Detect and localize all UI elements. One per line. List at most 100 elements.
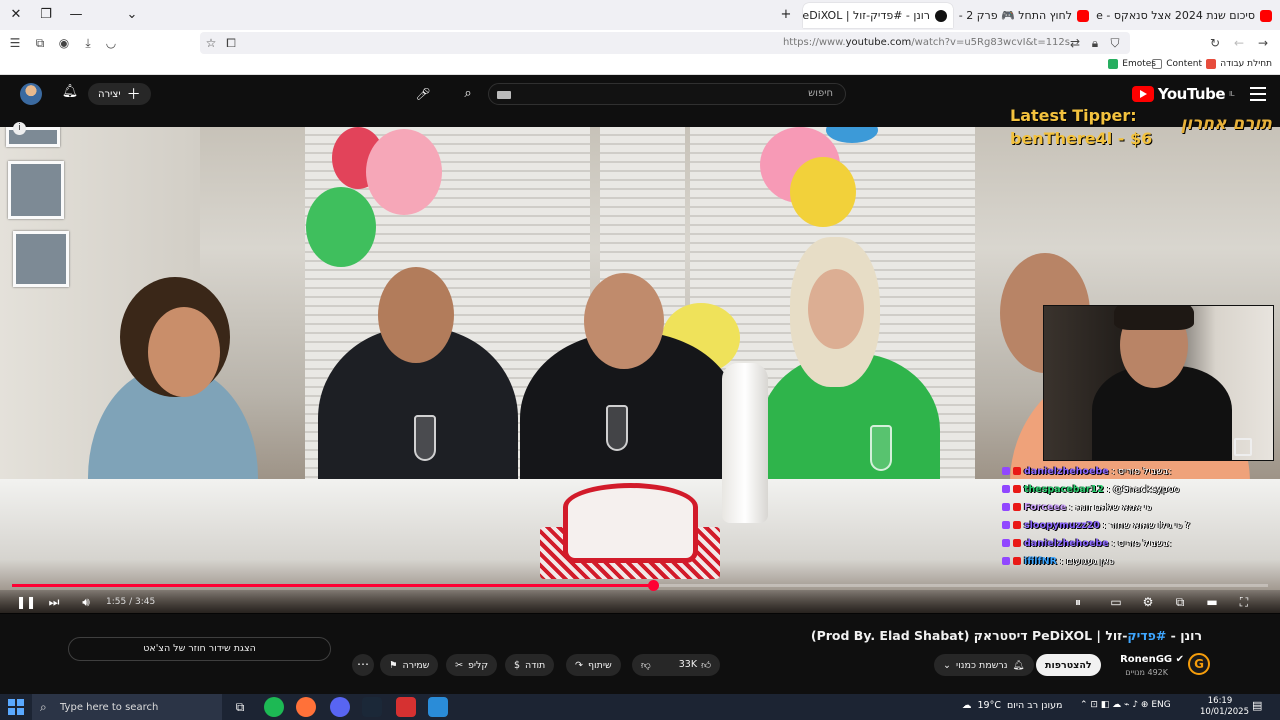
join-button[interactable]: להצטרפות xyxy=(1036,654,1101,676)
shield-icon[interactable]: ⛉ xyxy=(1106,34,1124,52)
chat-badge-icon xyxy=(1002,521,1010,529)
autoplay-toggle-icon[interactable]: ⏸︎ xyxy=(1070,594,1086,610)
minimize-window-icon[interactable]: — xyxy=(66,5,86,25)
pause-icon[interactable]: ❚❚ xyxy=(16,594,36,610)
search-icon: ⌕ xyxy=(40,700,47,714)
back-icon[interactable]: → xyxy=(1254,34,1272,52)
chat-username: thespacebar12 xyxy=(1024,483,1104,495)
search-icon[interactable]: ⌕ xyxy=(452,83,484,105)
chat-badge-icon xyxy=(1013,503,1021,511)
discord-icon[interactable] xyxy=(330,697,350,717)
tab-snacks-summary[interactable]: סיכום שנת 2024 אצל סנאקס - e xyxy=(1090,3,1278,28)
more-options-icon[interactable]: ⋯ xyxy=(352,654,374,676)
microphone-icon[interactable]: 🎤︎ xyxy=(412,83,434,105)
chat-text: בשביל פוריס: xyxy=(1117,537,1172,549)
app-icon[interactable] xyxy=(396,697,416,717)
thanks-button[interactable]: $ תודה xyxy=(505,654,555,676)
notifications-bell-icon[interactable]: 🔔︎ xyxy=(60,84,80,104)
hashtag-link[interactable]: #פדיק xyxy=(1127,628,1166,643)
chat-badge-icon xyxy=(1002,485,1010,493)
new-tab-button[interactable]: + xyxy=(776,5,796,25)
tab-list-chevron-icon[interactable]: ⌄ xyxy=(122,5,142,25)
tray-icons: ⊡ ◧ ☁ ⌁ ♪ ⊕ xyxy=(1090,700,1152,710)
lock-icon[interactable]: 🔒︎ xyxy=(1086,34,1104,52)
taskbar-clock[interactable]: 16:19 10/01/2025 xyxy=(1200,696,1249,718)
save-button[interactable]: ⚑ שמירה xyxy=(380,654,439,676)
region-code: IL xyxy=(1229,90,1234,98)
next-icon[interactable]: ⏭︎ xyxy=(46,594,62,610)
menu-icon[interactable]: ☰ xyxy=(6,34,24,52)
picture-in-picture-icon[interactable]: ⧠ xyxy=(222,34,240,52)
app-icon[interactable] xyxy=(428,697,448,717)
volume-icon[interactable]: 🔊︎ xyxy=(78,594,94,610)
steam-icon[interactable] xyxy=(362,697,382,717)
chat-text: כי גילו שהוא שחור ? xyxy=(1109,519,1191,531)
bookmark-start-work[interactable]: תחילת עבודה xyxy=(1206,59,1272,69)
bookmark-favicon-icon xyxy=(1206,59,1217,69)
progress-bar[interactable] xyxy=(12,580,1268,591)
video-info: רונן - #פדיק-זול | PeDiXOL דיסטראק (Prod… xyxy=(0,614,1280,694)
fullscreen-icon[interactable]: ⛶ xyxy=(1236,594,1252,610)
taskbar-search-input[interactable]: ⌕ Type here to search xyxy=(32,694,222,720)
create-button[interactable]: יצירה ＋ xyxy=(88,83,151,105)
share-button[interactable]: ↷ שיתוף xyxy=(566,654,621,676)
firefox-icon[interactable] xyxy=(296,697,316,717)
chat-separator: : xyxy=(1069,501,1073,513)
miniplayer-button-icon[interactable]: ⧉ xyxy=(1172,594,1188,610)
channel-name[interactable]: ✔︎ RonenGG xyxy=(1120,654,1184,665)
close-window-icon[interactable]: ✕ xyxy=(6,5,26,25)
start-windows-icon[interactable] xyxy=(8,699,24,715)
chevron-up-icon: ⌃ xyxy=(1080,700,1091,710)
forward-icon[interactable]: ← xyxy=(1230,34,1248,52)
time-display: 1:55 / 3:45 xyxy=(106,597,156,607)
downloads-icon[interactable]: ⤓ xyxy=(79,34,97,52)
bookmark-label: Content xyxy=(1166,59,1202,69)
subscribed-button[interactable]: ⌄ נרשמת כמנוי 🔔︎ xyxy=(934,654,1034,676)
latest-tipper-title: Latest Tipper: xyxy=(1010,106,1137,125)
permissions-icon[interactable]: ⇄ xyxy=(1066,34,1084,52)
like-button[interactable]: 33K 👍︎ xyxy=(679,659,711,671)
chat-badge-icon xyxy=(1002,539,1010,547)
chat-badge-icon xyxy=(1013,521,1021,529)
bookmark-content-folder[interactable]: Content xyxy=(1152,59,1202,69)
search-input[interactable]: חיפוש xyxy=(488,83,846,105)
progress-scrubber[interactable] xyxy=(647,580,659,591)
chat-badge-icon xyxy=(1013,485,1021,493)
pocket-icon[interactable]: ◡ xyxy=(102,34,120,52)
tab-label: רונן - #פדיק-זול | PeDiXOL דיסטר xyxy=(803,9,930,22)
tab-label: סיכום שנת 2024 אצל סנאקס - e xyxy=(1096,9,1255,22)
channel-avatar[interactable]: G xyxy=(1188,653,1210,675)
theater-mode-icon[interactable]: ▬ xyxy=(1204,594,1220,610)
like-dislike-group: 👎︎ 33K 👍︎ xyxy=(632,654,720,676)
weather-widget[interactable]: ☁︎ 19°C מעונן רב היום xyxy=(962,700,1062,711)
info-icon[interactable]: i xyxy=(13,122,26,135)
chat-username: ifilfNR xyxy=(1024,555,1057,567)
restore-window-icon[interactable]: ❐ xyxy=(36,5,56,25)
video-scene-balloon xyxy=(790,157,856,227)
settings-gear-icon[interactable]: ⚙︎ xyxy=(1140,594,1156,610)
youtube-favicon-icon xyxy=(1260,9,1272,22)
miniplayer-icon[interactable] xyxy=(1234,438,1252,456)
tab-gamers[interactable]: לחוץ התחל 🎮 פרק 2 - גיימרים ✕ xyxy=(955,3,1095,28)
clip-button[interactable]: ✂︎ קליפ xyxy=(446,654,498,676)
bookmark-star-icon[interactable]: ☆ xyxy=(202,34,220,52)
avatar[interactable] xyxy=(20,83,42,105)
show-chat-replay-button[interactable]: הצגת שידור חוזר של הצ'אט xyxy=(68,637,331,661)
youtube-logo[interactable]: YouTube IL xyxy=(1131,85,1234,103)
account-icon[interactable]: ◉ xyxy=(55,34,73,52)
system-tray[interactable]: ⌃ ⊡ ◧ ☁ ⌁ ♪ ⊕ ENG xyxy=(1080,700,1171,710)
extensions-icon[interactable]: ⧉ xyxy=(31,34,49,52)
reload-icon[interactable]: ↻ xyxy=(1206,34,1224,52)
dislike-icon[interactable]: 👎︎ xyxy=(641,659,651,671)
address-bar[interactable]: ☆ ⧠ https://www.youtube.com/watch?v=u5Rg… xyxy=(200,32,1130,54)
keyboard-icon[interactable] xyxy=(497,91,511,99)
chat-username: Forceee xyxy=(1024,501,1067,513)
notifications-icon[interactable]: ▤ xyxy=(1252,699,1266,713)
bookmark-emotes[interactable]: Emotes xyxy=(1108,59,1156,69)
task-view-icon[interactable]: ⧉ xyxy=(230,697,250,717)
tab-active-video[interactable]: רונן - #פדיק-זול | PeDiXOL דיסטר ✕ xyxy=(803,3,953,28)
guide-menu-icon[interactable] xyxy=(1250,87,1266,101)
spotify-icon[interactable] xyxy=(264,697,284,717)
progress-bar-played xyxy=(12,584,653,587)
subtitles-icon[interactable]: ▭ xyxy=(1108,594,1124,610)
